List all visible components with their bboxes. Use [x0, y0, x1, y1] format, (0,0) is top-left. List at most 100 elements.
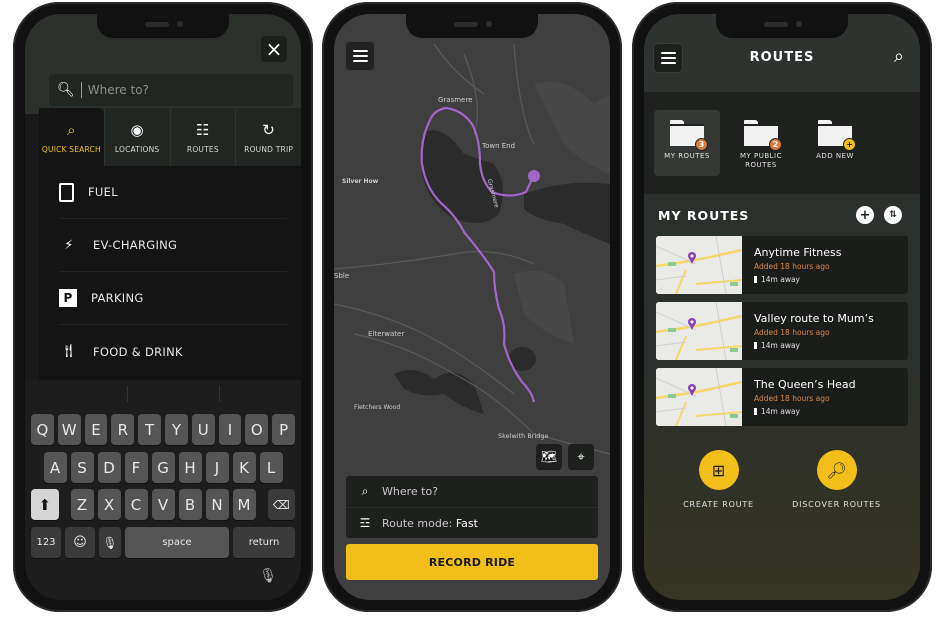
search-icon: ⌕: [67, 120, 76, 139]
folder-count-badge: 3: [695, 138, 708, 151]
key-c[interactable]: C: [124, 489, 148, 520]
key-p[interactable]: P: [272, 414, 295, 445]
dictation-button[interactable]: 🎙︎: [259, 568, 277, 584]
tab-round-trip[interactable]: ↻ ROUND TRIP: [235, 108, 301, 166]
phone-notch: [406, 14, 538, 38]
distance-icon: [754, 276, 757, 283]
plus-icon: +: [859, 207, 871, 223]
folder-label: MY ROUTES: [664, 152, 710, 160]
keyboard-row-2: ASDFGHJKL: [25, 452, 301, 483]
phone-search-screen: × 🔍︎ Where to? ⌕ QUICK SEARCH ◉ LOCATION…: [13, 2, 313, 612]
tab-routes[interactable]: ☷ ROUTES: [169, 108, 236, 166]
key-a[interactable]: A: [43, 452, 67, 483]
shift-key[interactable]: ⬆︎: [31, 489, 59, 520]
distance-text: 14m away: [761, 407, 800, 416]
emoji-key[interactable]: ☺: [65, 527, 95, 558]
search-placeholder: Where to?: [87, 83, 149, 97]
route-name: Anytime Fitness: [754, 246, 842, 259]
key-u[interactable]: U: [191, 414, 215, 445]
routes-screen: ROUTES ⌕ 3 MY ROUTES 2 MY PUBLIC ROUTES: [644, 14, 920, 600]
add-route-button[interactable]: +: [856, 206, 874, 224]
key-g[interactable]: G: [151, 452, 175, 483]
route-info: Anytime Fitness Added 18 hours ago 14m awa…: [742, 236, 841, 294]
key-b[interactable]: B: [178, 489, 202, 520]
fuel-icon: [59, 182, 74, 202]
quick-search-list: FUEL ⚡︎ EV-CHARGING P PARKING 🍴︎ FOOD & …: [39, 166, 301, 380]
search-input[interactable]: 🔍︎ Where to?: [49, 74, 293, 106]
category-food-drink[interactable]: 🍴︎ FOOD & DRINK: [59, 325, 287, 378]
key-r[interactable]: R: [111, 414, 135, 445]
key-y[interactable]: Y: [165, 414, 188, 445]
key-z[interactable]: Z: [70, 489, 94, 520]
key-i[interactable]: I: [218, 414, 242, 445]
emoji-icon: ☺: [73, 535, 87, 550]
folder-add-icon: +: [818, 120, 856, 151]
sort-button[interactable]: ⇅: [884, 206, 902, 224]
route-added-time: Added 18 hours ago: [754, 328, 830, 337]
map-label-elterwater: Elterwater: [368, 330, 405, 338]
return-key[interactable]: return: [233, 527, 295, 558]
search-button[interactable]: ⌕: [894, 46, 904, 67]
key-q[interactable]: Q: [31, 414, 54, 445]
folder-my-public-routes[interactable]: 2 MY PUBLIC ROUTES: [728, 110, 794, 176]
where-to-placeholder: Where to?: [382, 485, 439, 498]
key-v[interactable]: V: [151, 489, 175, 520]
key-h[interactable]: H: [178, 452, 202, 483]
distance-text: 14m away: [761, 275, 800, 284]
tab-locations[interactable]: ◉ LOCATIONS: [103, 108, 170, 166]
space-key[interactable]: space: [125, 527, 229, 558]
key-d[interactable]: D: [97, 452, 121, 483]
route-map-thumbnail: [656, 368, 742, 426]
key-l[interactable]: L: [259, 452, 283, 483]
key-k[interactable]: K: [232, 452, 256, 483]
location-view-button[interactable]: ⌖: [568, 444, 594, 470]
route-card[interactable]: The Queen’s Head Added 18 hours ago 14m aw…: [656, 368, 908, 426]
key-o[interactable]: O: [245, 414, 269, 445]
map-layers-button[interactable]: 🗺︎: [536, 444, 562, 470]
record-ride-button[interactable]: RECORD RIDE: [346, 544, 598, 580]
microphone-icon: 🎙︎: [102, 535, 118, 550]
menu-button[interactable]: [346, 42, 374, 70]
key-m[interactable]: M: [232, 489, 256, 520]
suggestion-divider: [127, 386, 128, 402]
route-card[interactable]: Anytime Fitness Added 18 hours ago 14m awa…: [656, 236, 908, 294]
sort-icon: ⇅: [889, 210, 897, 220]
route-info: Valley route to Mum’s Added 18 hours ago 1…: [742, 302, 874, 360]
key-w[interactable]: W: [57, 414, 81, 445]
dictation-key[interactable]: 🎙︎: [99, 527, 121, 558]
suggestion-divider: [219, 386, 220, 402]
route-start-marker[interactable]: [528, 170, 540, 182]
parking-icon: P: [59, 289, 77, 307]
category-fuel[interactable]: FUEL: [59, 166, 287, 219]
key-f[interactable]: F: [124, 452, 148, 483]
numbers-key[interactable]: 123: [31, 527, 61, 558]
discover-routes-button[interactable]: 🔎︎ DISCOVER ROUTES: [792, 450, 881, 509]
key-n[interactable]: N: [205, 489, 229, 520]
search-icon: ⌕: [893, 46, 904, 67]
key-t[interactable]: T: [138, 414, 161, 445]
category-parking[interactable]: P PARKING: [59, 272, 287, 325]
backspace-key[interactable]: ⌫: [267, 489, 295, 520]
route-card[interactable]: Valley route to Mum’s Added 18 hours ago 1…: [656, 302, 908, 360]
folder-add-new[interactable]: + ADD NEW: [802, 110, 868, 176]
route-icon: ☷: [196, 120, 210, 139]
key-x[interactable]: X: [97, 489, 121, 520]
distance-icon: [754, 408, 757, 415]
route-folders: 3 MY ROUTES 2 MY PUBLIC ROUTES + ADD NEW: [644, 92, 920, 194]
route-info: The Queen’s Head Added 18 hours ago 14m aw…: [742, 368, 856, 426]
map-icon: 🗺︎: [540, 449, 558, 465]
page-title: ROUTES: [749, 50, 815, 65]
key-s[interactable]: S: [70, 452, 94, 483]
route-mode-selector[interactable]: ☲ Route mode: Fast: [346, 507, 598, 538]
folder-my-routes[interactable]: 3 MY ROUTES: [654, 110, 720, 176]
route-mode-label: Route mode:: [382, 516, 453, 530]
where-to-input[interactable]: ⌕ Where to?: [346, 476, 598, 507]
route-name: The Queen’s Head: [754, 378, 856, 391]
key-j[interactable]: J: [205, 452, 229, 483]
category-ev-charging[interactable]: ⚡︎ EV-CHARGING: [59, 219, 287, 272]
create-route-button[interactable]: ⊞ CREATE ROUTE: [683, 450, 754, 509]
tab-quick-search[interactable]: ⌕ QUICK SEARCH: [39, 108, 104, 166]
close-button[interactable]: ×: [261, 36, 287, 62]
key-e[interactable]: E: [84, 414, 108, 445]
route-distance: 14m away: [754, 407, 856, 416]
